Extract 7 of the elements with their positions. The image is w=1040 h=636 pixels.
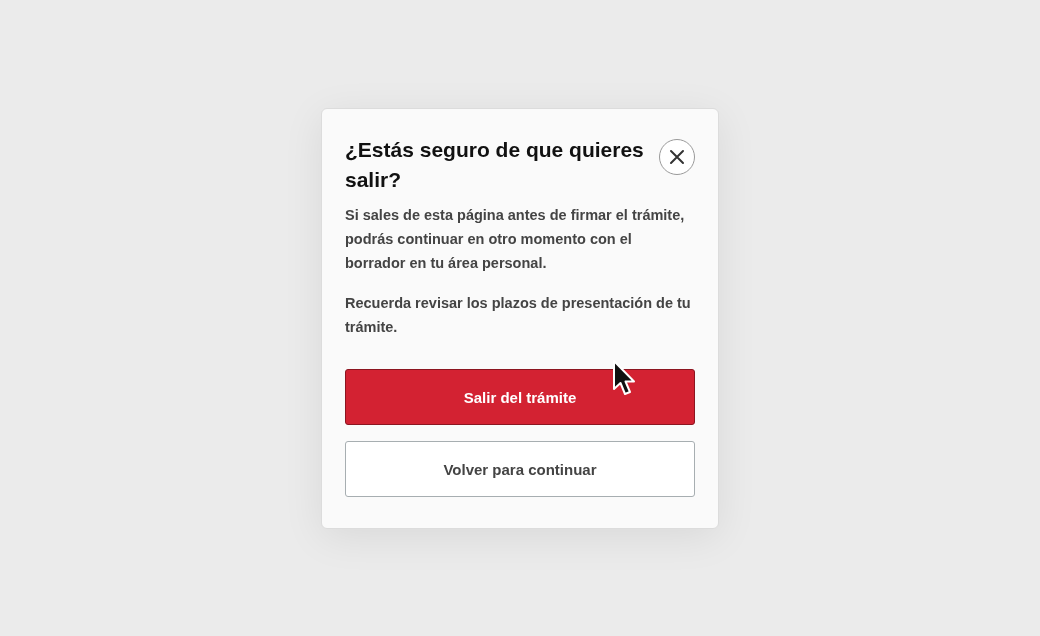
body-text: Si sales de esta página antes de firmar el trámite, podrás continuar en otro momento con el borrador en tu área personal. bbox=[345, 206, 686, 273]
body-text: Recuerda revisar los plazos de presentación de tu trámite. bbox=[345, 294, 692, 337]
back-button[interactable]: Volver para continuar bbox=[345, 441, 695, 497]
dialog-title: ¿Estás seguro de que quieres salir? bbox=[345, 137, 645, 193]
exit-button[interactable]: Salir del trámite bbox=[345, 369, 695, 425]
close-button[interactable] bbox=[659, 139, 695, 175]
close-icon bbox=[669, 149, 685, 165]
